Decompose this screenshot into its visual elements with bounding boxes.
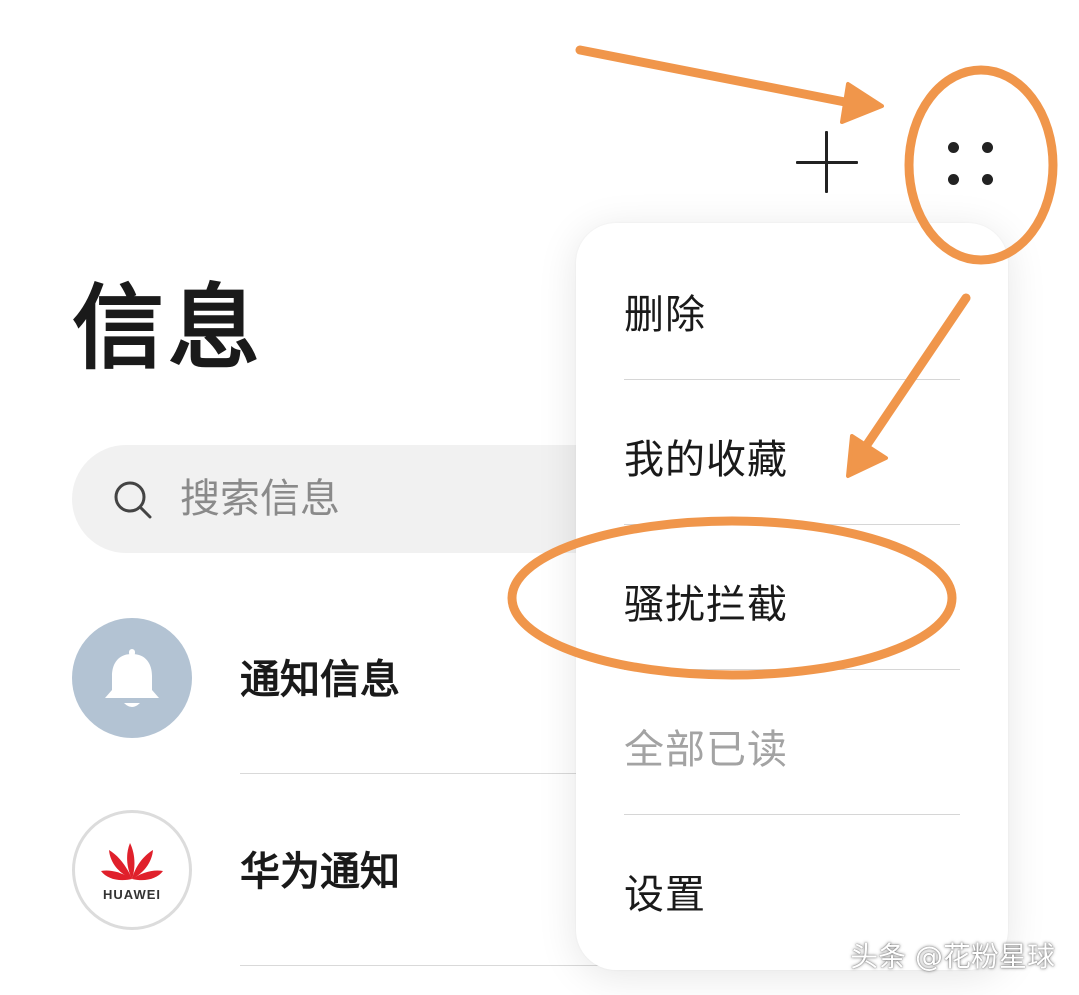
- annotation-arrow: [575, 45, 855, 108]
- annotation-arrowhead: [840, 82, 884, 124]
- watermark: 头条 @花粉星球: [850, 940, 1055, 973]
- bell-icon: [105, 649, 159, 707]
- menu-item-label: 骚扰拦截: [624, 582, 788, 628]
- menu-item-favorites[interactable]: 我的收藏: [624, 388, 960, 533]
- menu-item-mark-all-read: 全部已读: [624, 678, 960, 823]
- menu-item-spam-block[interactable]: 骚扰拦截: [624, 533, 960, 678]
- plus-icon[interactable]: [796, 131, 858, 193]
- avatar: [72, 618, 192, 738]
- more-dots-icon[interactable]: [940, 136, 1000, 196]
- menu-item-label: 我的收藏: [624, 437, 788, 483]
- menu-item-label: 设置: [624, 872, 706, 918]
- search-placeholder: 搜索信息: [180, 476, 340, 522]
- menu-item-label: 全部已读: [624, 727, 788, 773]
- messages-screen: 信息 搜索信息 通知信息 HUAWEI 华为通知 删除 我的收藏 骚扰拦截 全部…: [0, 0, 1079, 995]
- conversation-title: 通知信息: [240, 657, 400, 703]
- huawei-logo: HUAWEI: [101, 843, 163, 902]
- divider: [624, 669, 960, 670]
- menu-item-label: 删除: [624, 292, 706, 338]
- page-title: 信息: [72, 275, 265, 382]
- avatar: HUAWEI: [72, 810, 192, 930]
- divider: [624, 814, 960, 815]
- huawei-logo-text: HUAWEI: [103, 887, 161, 902]
- divider: [624, 379, 960, 380]
- menu-item-delete[interactable]: 删除: [624, 243, 960, 388]
- search-icon: [114, 481, 152, 519]
- divider: [624, 524, 960, 525]
- conversation-title: 华为通知: [240, 849, 400, 895]
- overflow-menu: 删除 我的收藏 骚扰拦截 全部已读 设置: [576, 223, 1008, 970]
